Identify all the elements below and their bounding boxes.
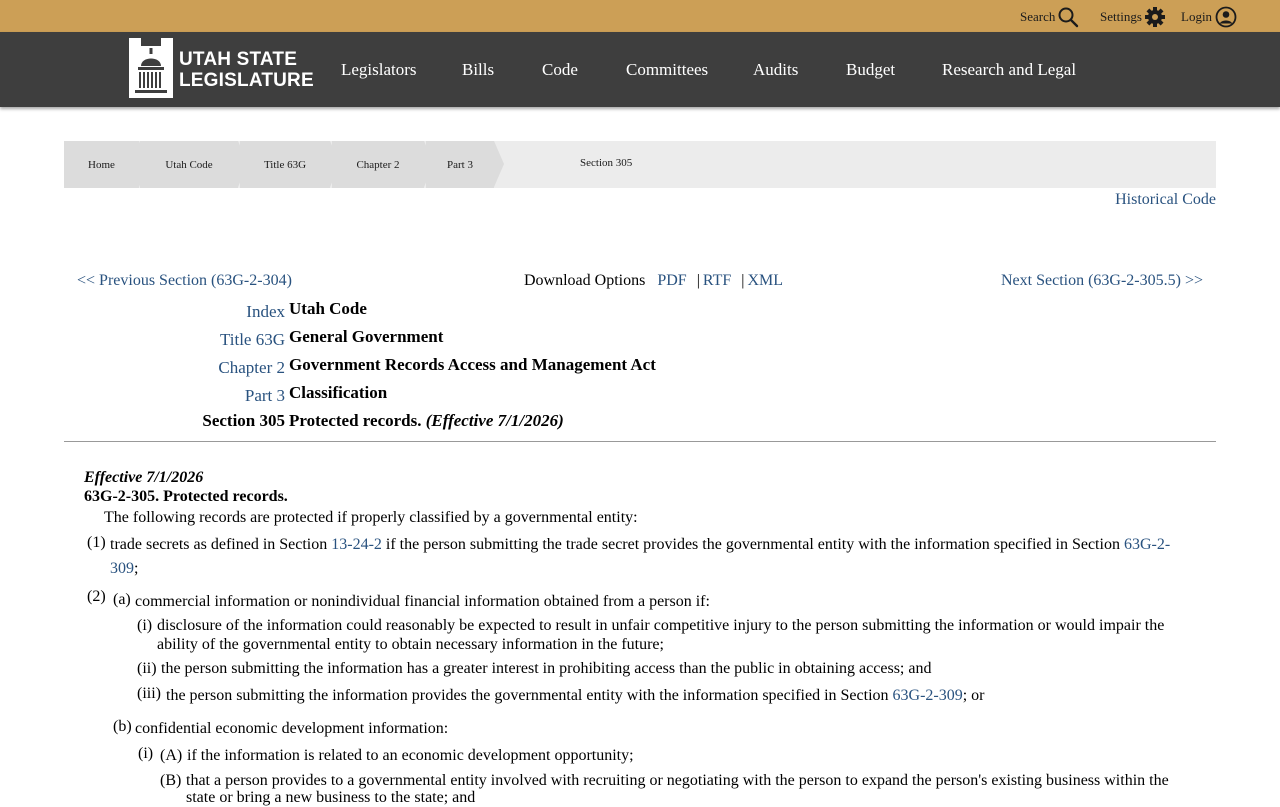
subsection-2a-ii-text: the person submitting the information ha…	[161, 660, 932, 677]
subsection-letter: (a)	[113, 591, 131, 608]
subsection-1-text-cont: 309;	[110, 560, 138, 578]
subsection-2a-i-text-cont: ability of the governmental entity to ob…	[157, 636, 664, 653]
subsection-text: ; or	[962, 687, 985, 704]
subsection-roman: (iii)	[137, 685, 161, 702]
breadcrumb-part[interactable]: Part 3	[426, 141, 504, 188]
subsection-letter: (b)	[113, 718, 132, 735]
subsection-1-text: trade secrets as defined in Section 13-2…	[110, 536, 1170, 554]
subsection-text: ;	[134, 560, 139, 577]
section-heading: 63G-2-305. Protected records.	[84, 488, 288, 505]
section-intro: The following records are protected if p…	[104, 509, 638, 526]
subsection-roman: (ii)	[137, 660, 157, 677]
section-63g-2-309-link[interactable]: 63G-2-309	[893, 687, 963, 704]
section-content: Effective 7/1/2026 63G-2-305. Protected …	[0, 0, 1280, 806]
subsection-2b-i-b-text: that a person provides to a governmental…	[186, 772, 1169, 789]
subsection-2a-iii-text: the person submitting the information pr…	[166, 687, 985, 705]
subsection-number: (1)	[87, 534, 106, 551]
subsection-text: trade secrets as defined in Section	[110, 536, 332, 553]
breadcrumb-utah-code[interactable]: Utah Code	[140, 141, 248, 188]
breadcrumb-title[interactable]: Title 63G	[240, 141, 340, 188]
breadcrumb-home[interactable]: Home	[64, 141, 149, 188]
section-63g-2-309-link[interactable]: 63G-2-	[1124, 536, 1170, 553]
subsection-2b-i-a-text: if the information is related to an econ…	[187, 747, 634, 764]
subsection-2a-i-text: disclosure of the information could reas…	[157, 617, 1165, 634]
subsection-capital: (A)	[160, 747, 183, 764]
subsection-roman: (i)	[137, 617, 153, 634]
subsection-number: (2)	[87, 588, 106, 605]
section-13-24-2-link[interactable]: 13-24-2	[331, 536, 382, 553]
subsection-capital: (B)	[160, 772, 182, 789]
subsection-text: the person submitting the information pr…	[166, 687, 893, 704]
subsection-2b-text: confidential economic development inform…	[135, 720, 449, 737]
breadcrumb-chapter[interactable]: Chapter 2	[332, 141, 434, 188]
subsection-2b-i-b-text-cont: state or bring a new business to the sta…	[186, 789, 476, 806]
section-63g-2-309-link-cont[interactable]: 309	[110, 560, 134, 577]
subsection-roman: (i)	[138, 745, 154, 762]
subsection-text: if the person submitting the trade secre…	[381, 536, 1124, 553]
subsection-2a-text: commercial information or nonindividual …	[135, 593, 710, 610]
effective-date: Effective 7/1/2026	[84, 469, 204, 486]
